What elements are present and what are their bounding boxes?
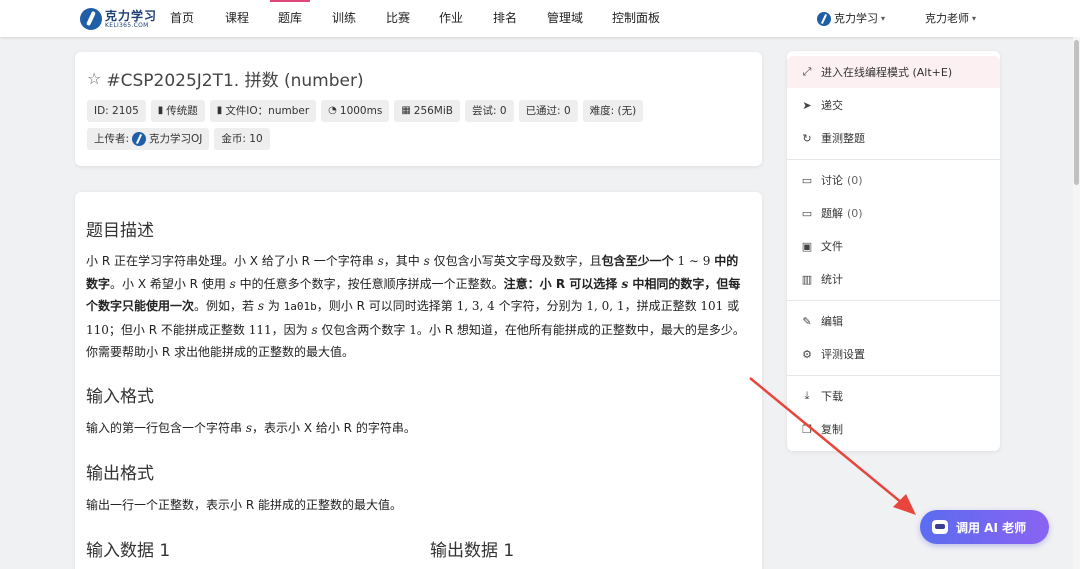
nav-homework[interactable]: 作业 — [439, 0, 463, 37]
bar-chart-icon: ▥ — [801, 272, 813, 286]
comment-icon: ▭ — [801, 206, 813, 220]
section-title-description: 题目描述 — [86, 221, 154, 241]
nav-training[interactable]: 训练 — [332, 0, 356, 37]
chevron-down-icon: ▾ — [972, 14, 977, 23]
expand-icon: ⤢ — [802, 65, 812, 78]
star-icon[interactable]: ☆ — [87, 69, 101, 88]
tag-memory-limit: ▦ 256MiB — [394, 100, 460, 122]
menu-discussion[interactable]: ▭ 讨论 (0) — [787, 164, 1000, 196]
problem-action-menu: ⤢ 进入在线编程模式 (Alt+E) ➤ 递交 ↻ 重测整题 ▭ 讨论 (0) ▭ 题解 (0… — [787, 51, 1000, 451]
copy-icon: ❐ — [802, 422, 812, 436]
nav-contests[interactable]: 比赛 — [386, 0, 410, 37]
nav-ranking[interactable]: 排名 — [493, 0, 517, 37]
org-name: 克力学习 — [834, 12, 878, 25]
nav-domain[interactable]: 管理域 — [547, 0, 583, 37]
top-navbar: 克力学习 KELI365.COM 首页 课程 题库 训练 比赛 作业 排名 管理… — [0, 0, 1080, 37]
menu-copy[interactable]: ❐ 复制 — [787, 413, 1000, 445]
ai-teacher-button[interactable]: 调用 AI 老师 — [920, 510, 1049, 544]
download-icon: ⤓ — [804, 389, 810, 402]
tag-accepted: 已通过: 0 — [518, 100, 578, 122]
menu-submit[interactable]: ➤ 递交 — [787, 89, 1000, 121]
uploader-name: 克力学习OJ — [149, 133, 203, 145]
menu-rejudge[interactable]: ↻ 重测整题 — [787, 122, 1000, 154]
tag-uploader[interactable]: 上传者: 克力学习OJ — [87, 128, 210, 150]
send-icon: ➤ — [802, 98, 812, 112]
description-text: 小 R 正在学习字符串处理。小 X 给了小 R 一个字符串 s，其中 s 仅包含… — [86, 254, 745, 359]
brand-sub: KELI365.COM — [105, 21, 149, 29]
output-format-text: 输出一行一个正整数，表示小 R 能拼成的正整数的最大值。 — [86, 498, 402, 512]
org-switcher[interactable]: 克力学习 ▾ — [817, 0, 885, 37]
problem-header-card: ☆ #CSP2025J2T1. 拼数 (number) ID: 2105 ▮ 传统… — [75, 52, 762, 166]
tag-coins: 金币: 10 — [214, 128, 270, 150]
sample-output-title: 输出数据 1 — [430, 541, 515, 561]
menu-edit[interactable]: ✎ 编辑 — [787, 305, 1000, 337]
tag-fileio: ▮ 文件IO：number — [209, 100, 317, 122]
bookmark-icon: ▮ — [157, 105, 164, 116]
uploader-avatar — [132, 132, 147, 146]
menu-statistics[interactable]: ▥ 统计 — [787, 263, 1000, 295]
tag-type[interactable]: ▮ 传统题 — [150, 100, 205, 122]
ai-teacher-label: 调用 AI 老师 — [956, 520, 1027, 535]
image-icon: ▣ — [801, 239, 813, 253]
section-title-output: 输出格式 — [86, 464, 154, 484]
memory-icon: ▦ — [401, 105, 411, 116]
chevron-down-icon: ▾ — [881, 14, 886, 23]
nav-home[interactable]: 首页 — [170, 0, 194, 37]
nav-problems[interactable]: 题库 — [269, 0, 311, 37]
tag-difficulty: 难度: (无) — [582, 100, 644, 122]
sample-input-title: 输入数据 1 — [86, 541, 171, 561]
uploader-label: 上传者: — [94, 133, 130, 145]
menu-files[interactable]: ▣ 文件 — [787, 230, 1000, 262]
user-name: 克力老师 — [925, 12, 969, 25]
user-menu[interactable]: 克力老师 ▾ — [925, 0, 976, 37]
page-scrollbar-thumb[interactable] — [1074, 40, 1079, 185]
nav-control-panel[interactable]: 控制面板 — [612, 0, 660, 37]
site-logo[interactable]: 克力学习 KELI365.COM — [80, 7, 157, 31]
pencil-icon: ✎ — [802, 314, 812, 328]
menu-online-ide[interactable]: ⤢ 进入在线编程模式 (Alt+E) — [787, 56, 1000, 88]
input-format-text: 输入的第一行包含一个字符串 s，表示小 X 给小 R 的字符串。 — [86, 421, 416, 435]
menu-solutions[interactable]: ▭ 题解 (0) — [787, 197, 1000, 229]
file-icon: ▮ — [216, 105, 223, 116]
tag-id: ID: 2105 — [87, 100, 146, 122]
menu-download[interactable]: ⤓ 下载 — [787, 380, 1000, 412]
gear-icon: ⚙ — [802, 347, 812, 361]
org-logo-icon — [817, 11, 831, 26]
brand-name: 克力学习 — [105, 8, 158, 23]
problem-tags: ID: 2105 ▮ 传统题 ▮ 文件IO：number ◔ 1000ms ▦ 256M… — [87, 100, 644, 122]
nav-courses[interactable]: 课程 — [225, 0, 249, 37]
problem-title: #CSP2025J2T1. 拼数 (number) — [106, 71, 364, 91]
tag-time-limit: ◔ 1000ms — [321, 100, 390, 122]
timer-icon: ◔ — [328, 105, 337, 116]
tag-attempts: 尝试: 0 — [465, 100, 514, 122]
section-title-input: 输入格式 — [86, 387, 154, 407]
problem-content-card: 题目描述 小 R 正在学习字符串处理。小 X 给了小 R 一个字符串 s，其中 … — [75, 192, 762, 569]
logo-icon — [80, 8, 102, 30]
menu-judge-settings[interactable]: ⚙ 评测设置 — [787, 338, 1000, 370]
comment-icon: ▭ — [801, 173, 813, 187]
robot-icon — [932, 520, 948, 534]
refresh-icon: ↻ — [802, 131, 812, 145]
